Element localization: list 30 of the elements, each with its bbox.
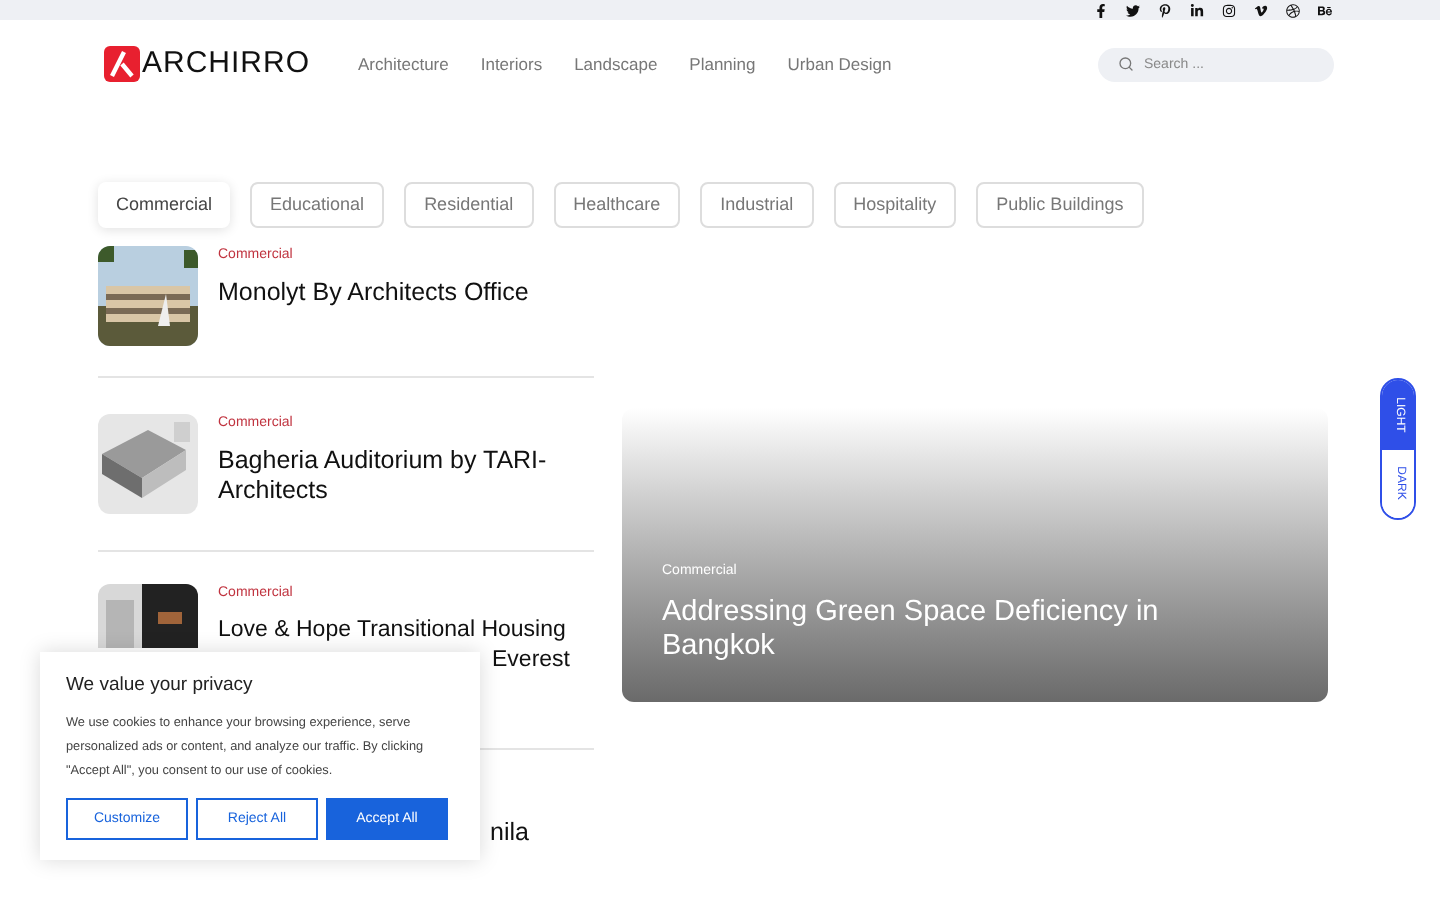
- filter-tab[interactable]: Residential: [404, 182, 534, 228]
- twitter-icon[interactable]: [1126, 3, 1140, 17]
- nav-link[interactable]: Interiors: [480, 51, 543, 77]
- nav-link[interactable]: Planning: [689, 51, 756, 77]
- filter-tab[interactable]: Public Buildings: [976, 182, 1144, 228]
- filter-tab[interactable]: Industrial: [700, 182, 814, 228]
- filter-tab[interactable]: Educational: [250, 182, 385, 228]
- vimeo-icon[interactable]: [1254, 3, 1268, 17]
- nav-link[interactable]: Landscape: [574, 51, 658, 77]
- linkedin-icon[interactable]: [1190, 3, 1204, 17]
- article-title[interactable]: Love & Hope Transitional Housing: [218, 616, 566, 646]
- article-title[interactable]: Everest: [492, 646, 570, 676]
- pinterest-icon[interactable]: [1158, 3, 1172, 17]
- cookie-title: We value your privacy: [66, 672, 255, 700]
- nav-link[interactable]: Urban Design: [787, 51, 892, 77]
- nav-link[interactable]: Architecture: [358, 51, 449, 77]
- logo-text: ARCHIRRO: [142, 43, 311, 84]
- filter-tab[interactable]: Hospitality: [833, 182, 957, 228]
- facebook-icon[interactable]: [1094, 3, 1108, 17]
- search-icon: [1118, 56, 1134, 72]
- behance-icon[interactable]: [1318, 3, 1332, 17]
- logo-icon: [104, 46, 140, 82]
- instagram-icon[interactable]: [1222, 3, 1236, 17]
- article-title[interactable]: Monolyt By Architects Office: [218, 278, 529, 308]
- dribbble-icon[interactable]: [1286, 3, 1300, 17]
- filter-tab[interactable]: Healthcare: [553, 182, 681, 228]
- featured-title[interactable]: Addressing Green Space Deficiency in Bangkok: [662, 596, 1242, 664]
- article-title[interactable]: nila: [490, 818, 529, 846]
- article-title[interactable]: Bagheria Auditorium by TARI-Architects: [218, 446, 594, 506]
- filter-tab[interactable]: Commercial: [98, 182, 231, 228]
